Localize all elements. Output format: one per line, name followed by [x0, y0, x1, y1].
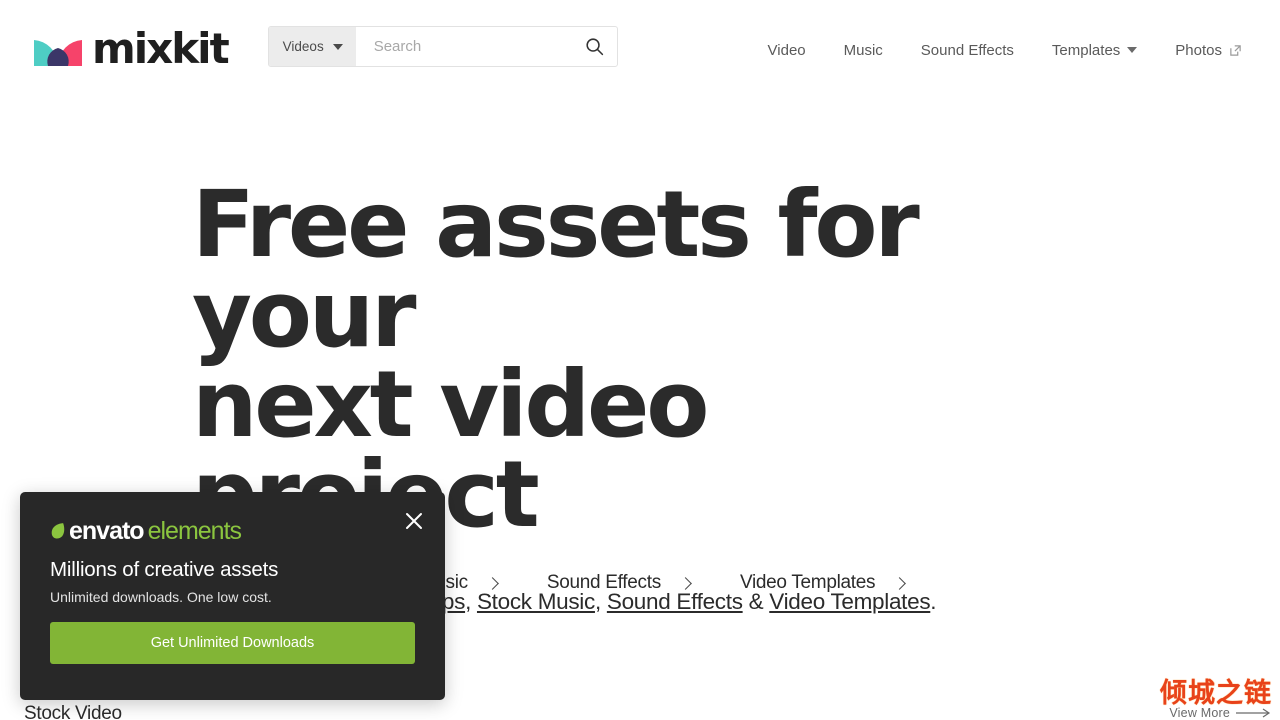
- chevron-right-icon: [486, 576, 499, 590]
- category-link-video-templates[interactable]: Video Templates: [739, 572, 907, 594]
- external-link-icon: [1230, 44, 1241, 56]
- leaf-icon: [51, 522, 65, 539]
- chevron-down-icon: [332, 43, 343, 50]
- category-link-sound-effects[interactable]: Sound Effects: [546, 572, 692, 594]
- nav-item-label: Templates: [1051, 41, 1121, 59]
- modal-title: Millions of creative assets: [50, 558, 279, 581]
- search-icon: [586, 38, 604, 56]
- category-link-label: Video Templates: [739, 572, 876, 593]
- chevron-right-icon: [679, 576, 692, 590]
- watermark-view-more: View More: [1160, 706, 1272, 720]
- category-link-label: Sound Effects: [546, 572, 661, 593]
- elements-wordmark: elements: [147, 516, 242, 545]
- hero-title-line-1: Free assets for your: [192, 171, 920, 369]
- nav-item-label: Music: [843, 41, 883, 59]
- search-bar[interactable]: Videos: [267, 26, 618, 67]
- get-unlimited-downloads-button[interactable]: Get Unlimited Downloads: [50, 622, 415, 664]
- site-logo[interactable]: mixkit: [34, 22, 230, 76]
- close-icon: [406, 513, 422, 529]
- search-submit-button[interactable]: [573, 27, 617, 66]
- nav-item-sound-effects[interactable]: Sound Effects: [921, 42, 1014, 59]
- main-navigation: Video Music Sound Effects Templates Phot…: [768, 28, 1246, 72]
- watermark: 倾城之链 View More: [1160, 677, 1272, 720]
- chevron-right-icon: [893, 576, 907, 590]
- nav-item-label: Photos: [1175, 41, 1222, 59]
- mixkit-logo-mark: [34, 40, 82, 66]
- arrow-right-icon: [1236, 708, 1271, 718]
- site-header: mixkit Videos Video Music Sound Effects …: [0, 0, 1280, 108]
- search-input[interactable]: [355, 27, 573, 66]
- nav-item-label: Sound Effects: [920, 41, 1014, 59]
- section-heading-stock-video: Stock Video: [24, 703, 122, 720]
- search-category-select[interactable]: Videos: [268, 27, 356, 66]
- envato-elements-logo: envato elements: [50, 518, 415, 544]
- nav-item-templates[interactable]: Templates: [1051, 41, 1138, 59]
- nav-item-label: Video: [767, 41, 806, 59]
- watermark-chinese-text: 倾城之链: [1160, 677, 1272, 709]
- page-title: Free assets for your next video project: [192, 178, 1022, 541]
- nav-item-video[interactable]: Video: [768, 42, 806, 59]
- envato-wordmark: envato: [69, 516, 145, 545]
- modal-close-button[interactable]: [401, 508, 427, 534]
- envato-promo-modal: envato elements Millions of creative asse…: [20, 492, 445, 700]
- chevron-down-icon: [1127, 47, 1138, 53]
- search-category-label: Videos: [282, 39, 324, 54]
- nav-item-photos[interactable]: Photos: [1175, 42, 1242, 59]
- nav-item-music[interactable]: Music: [844, 42, 883, 59]
- modal-subtitle: Unlimited downloads. One low cost.: [50, 589, 272, 605]
- watermark-view-more-label: View More: [1169, 706, 1230, 720]
- logo-wordmark: mixkit: [92, 24, 230, 73]
